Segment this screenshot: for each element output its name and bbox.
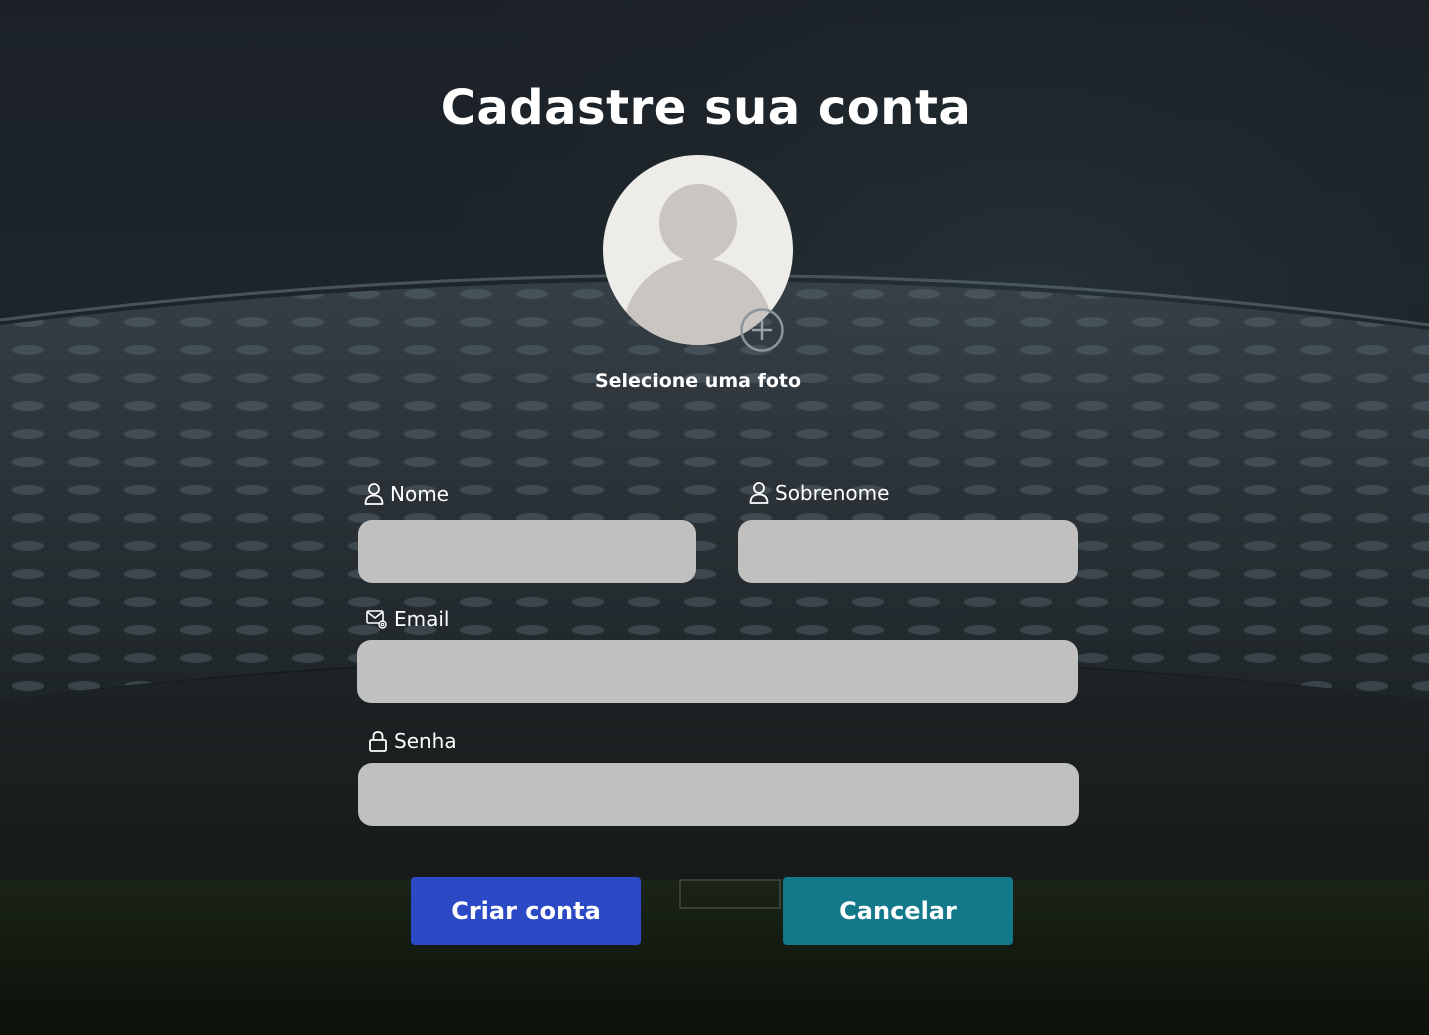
password-input[interactable]: [358, 763, 1079, 826]
email-label-text: Email: [394, 607, 450, 631]
first-name-label: Nome: [364, 482, 449, 506]
email-label: Email: [366, 607, 450, 631]
first-name-input[interactable]: [358, 520, 696, 583]
lock-icon: [369, 731, 387, 752]
user-icon: [364, 483, 384, 505]
create-account-button[interactable]: Criar conta: [411, 877, 641, 945]
password-label: Senha: [368, 729, 457, 753]
email-input[interactable]: [357, 640, 1078, 703]
signup-screen: Cadastre sua conta Selecione uma foto No…: [0, 0, 1429, 1035]
user-icon: [749, 482, 769, 504]
password-label-text: Senha: [394, 729, 457, 753]
first-name-label-text: Nome: [390, 482, 449, 506]
last-name-input[interactable]: [738, 520, 1078, 583]
stadium-background: [0, 0, 1429, 1035]
cancel-button[interactable]: Cancelar: [783, 877, 1013, 945]
avatar-head: [659, 184, 737, 262]
last-name-label-text: Sobrenome: [775, 481, 890, 505]
page-title: Cadastre sua conta: [440, 80, 972, 137]
mail-at-icon: [366, 610, 387, 629]
plus-circle-icon[interactable]: [740, 308, 784, 352]
select-photo-label[interactable]: Selecione uma foto: [560, 370, 836, 392]
last-name-label: Sobrenome: [749, 481, 889, 505]
